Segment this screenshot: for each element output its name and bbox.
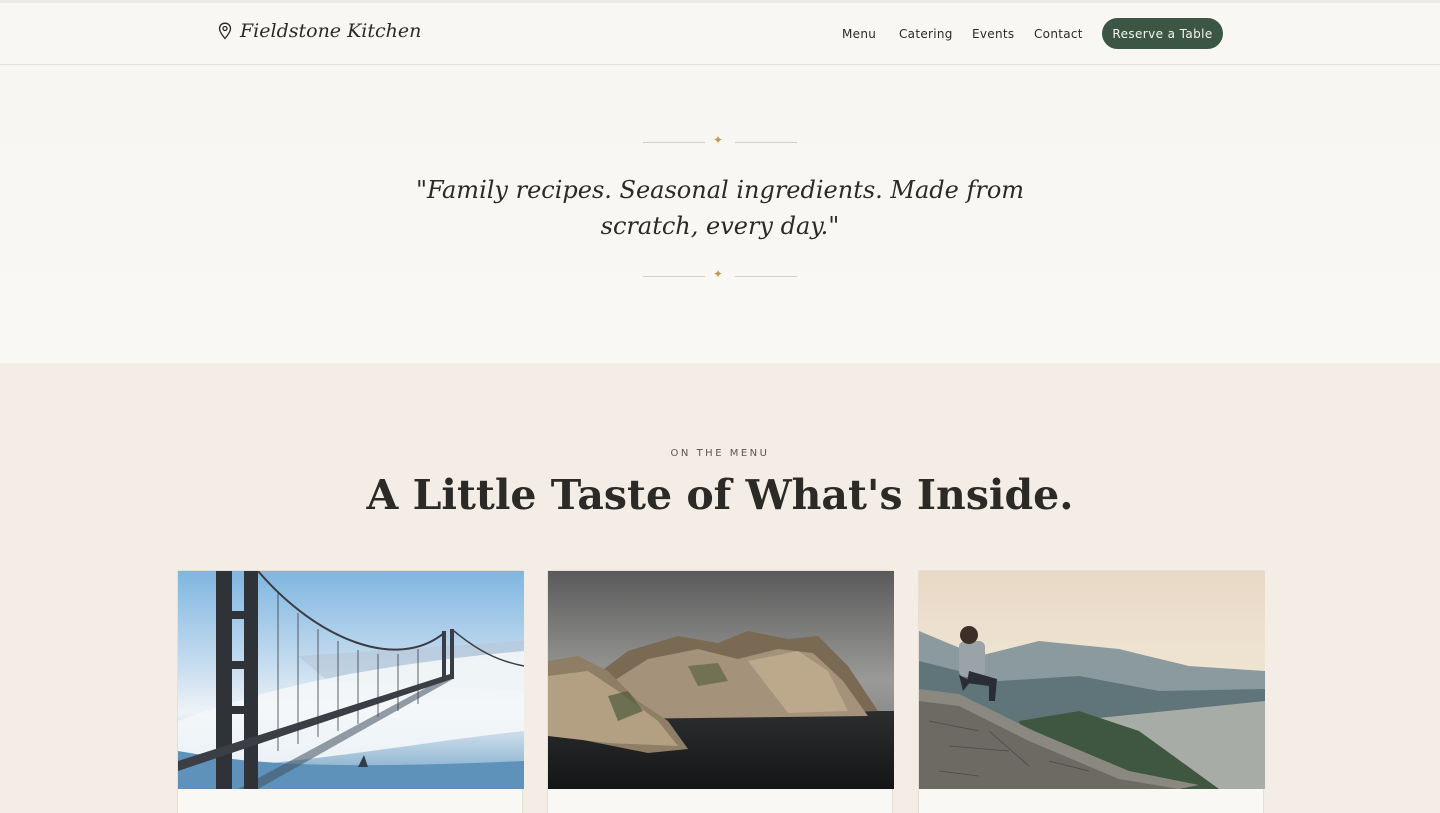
brand-name: Fieldstone Kitchen	[240, 20, 422, 42]
reserve-table-button[interactable]: Reserve a Table	[1102, 18, 1223, 49]
nav-link-catering[interactable]: Catering	[899, 27, 953, 41]
nav-link-menu[interactable]: Menu	[842, 27, 876, 41]
tagline-quote: "Family recipes. Seasonal ingredients. M…	[415, 176, 1025, 240]
quote-section: ✦ "Family recipes. Seasonal ingredients.…	[0, 65, 1440, 363]
menu-card[interactable]	[547, 570, 894, 813]
brand-logo[interactable]: Fieldstone Kitchen	[218, 20, 421, 42]
sparkle-icon: ✦	[713, 133, 724, 147]
menu-card[interactable]	[177, 570, 524, 813]
site-header: Fieldstone Kitchen Menu Catering Events …	[0, 3, 1440, 65]
nav-link-contact[interactable]: Contact	[1034, 27, 1083, 41]
section-heading: A Little Taste of What's Inside.	[366, 471, 1074, 519]
man-on-wall-overlook-photo	[919, 571, 1265, 789]
bridge-in-fog-photo	[178, 571, 524, 789]
sparkle-icon: ✦	[713, 267, 724, 281]
ornament-divider-top: ✦	[643, 133, 797, 148]
ornament-divider-bottom: ✦	[643, 267, 797, 282]
rocky-coastline-photo	[548, 571, 894, 789]
section-eyebrow: ON THE MENU	[670, 448, 770, 459]
map-pin-icon	[218, 22, 232, 40]
nav-link-events[interactable]: Events	[972, 27, 1014, 41]
menu-section: ON THE MENU A Little Taste of What's Ins…	[0, 363, 1440, 813]
menu-card[interactable]	[918, 570, 1265, 813]
